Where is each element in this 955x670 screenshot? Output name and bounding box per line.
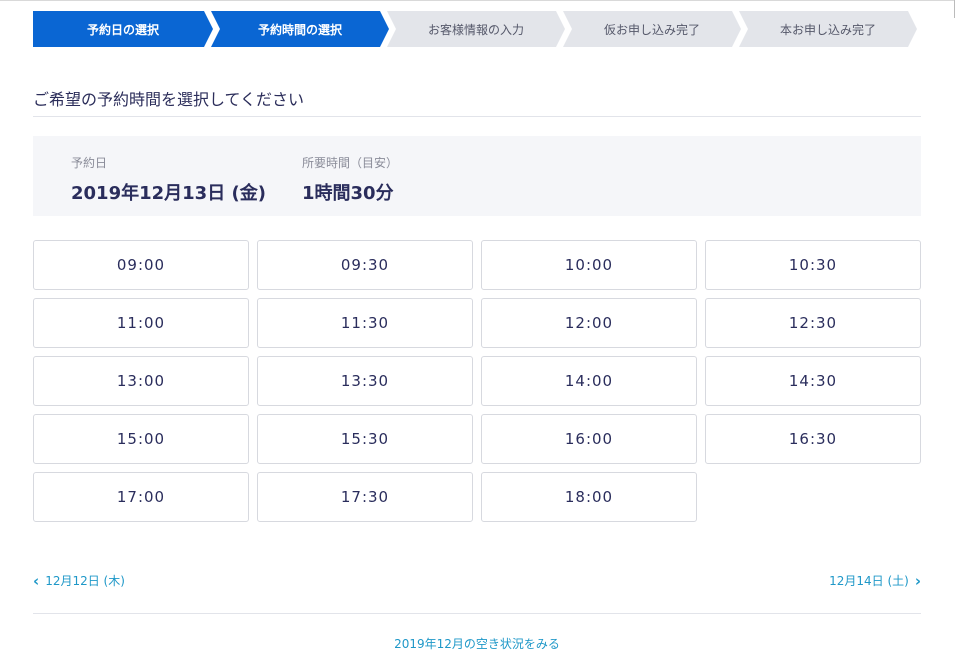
step-label: 予約時間の選択	[257, 22, 342, 37]
step-3: お客様情報の入力	[387, 11, 565, 47]
time-slot-button[interactable]: 16:30	[705, 414, 921, 464]
date-value: 2019年12月13日 (金)	[71, 183, 266, 204]
heading-divider	[33, 116, 921, 117]
duration-label: 所要時間（目安）	[302, 156, 399, 170]
step-label: 本お申し込み完了	[779, 22, 876, 37]
time-slot-button[interactable]: 09:00	[33, 240, 249, 290]
time-slot-button[interactable]: 13:30	[257, 356, 473, 406]
month-availability-link[interactable]: 2019年12月の空き状況をみる	[33, 635, 921, 652]
date-summary: 予約日 2019年12月13日 (金)	[71, 154, 266, 205]
time-slot-button[interactable]: 12:30	[705, 298, 921, 348]
duration-summary: 所要時間（目安） 1時間30分	[302, 154, 398, 205]
time-slot-button[interactable]: 14:30	[705, 356, 921, 406]
time-slot-button[interactable]: 10:00	[481, 240, 697, 290]
time-slot-button[interactable]: 11:00	[33, 298, 249, 348]
bottom-divider	[33, 613, 921, 614]
time-slot-button[interactable]: 15:00	[33, 414, 249, 464]
reservation-summary: 予約日 2019年12月13日 (金) 所要時間（目安） 1時間30分	[33, 136, 921, 216]
time-slot-button[interactable]: 17:30	[257, 472, 473, 522]
time-slot-button[interactable]: 16:00	[481, 414, 697, 464]
prev-day-label: 12月12日 (木)	[45, 574, 125, 588]
step-4: 仮お申し込み完了	[563, 11, 741, 47]
step-5: 本お申し込み完了	[739, 11, 917, 47]
time-slot-button[interactable]: 14:00	[481, 356, 697, 406]
time-slot-button[interactable]: 11:30	[257, 298, 473, 348]
reservation-page: 予約日の選択 予約時間の選択 お客様情報の入力 仮お申し込み完了 本お申し込み完了 ご希…	[0, 0, 955, 670]
prev-day-link[interactable]: ‹ 12月12日 (木)	[33, 572, 125, 589]
step-label: 仮お申し込み完了	[603, 22, 700, 37]
time-slot-button[interactable]: 15:30	[257, 414, 473, 464]
time-slot-button[interactable]: 17:00	[33, 472, 249, 522]
time-slot-button[interactable]: 13:00	[33, 356, 249, 406]
step-1: 予約日の選択	[33, 11, 213, 47]
next-day-label: 12月14日 (土)	[829, 574, 909, 588]
time-slot-button[interactable]: 18:00	[481, 472, 697, 522]
top-divider	[0, 0, 955, 1]
duration-value: 1時間30分	[302, 183, 394, 204]
chevron-left-icon: ‹	[33, 571, 40, 590]
step-label: 予約日の選択	[86, 22, 159, 37]
page-heading: ご希望の予約時間を選択してください	[33, 90, 305, 109]
time-slot-button[interactable]: 12:00	[481, 298, 697, 348]
time-slot-button[interactable]: 09:30	[257, 240, 473, 290]
time-slot-button[interactable]: 10:30	[705, 240, 921, 290]
step-2: 予約時間の選択	[211, 11, 389, 47]
next-day-link[interactable]: 12月14日 (土) ›	[829, 572, 921, 589]
progress-stepper: 予約日の選択 予約時間の選択 お客様情報の入力 仮お申し込み完了 本お申し込み完了	[33, 11, 921, 47]
chevron-right-icon: ›	[914, 571, 921, 590]
time-slot-grid: 09:00 09:30 10:00 10:30 11:00 11:30 12:00 12:30…	[33, 240, 921, 522]
date-label: 予約日	[71, 156, 108, 170]
step-label: お客様情報の入力	[427, 22, 524, 37]
